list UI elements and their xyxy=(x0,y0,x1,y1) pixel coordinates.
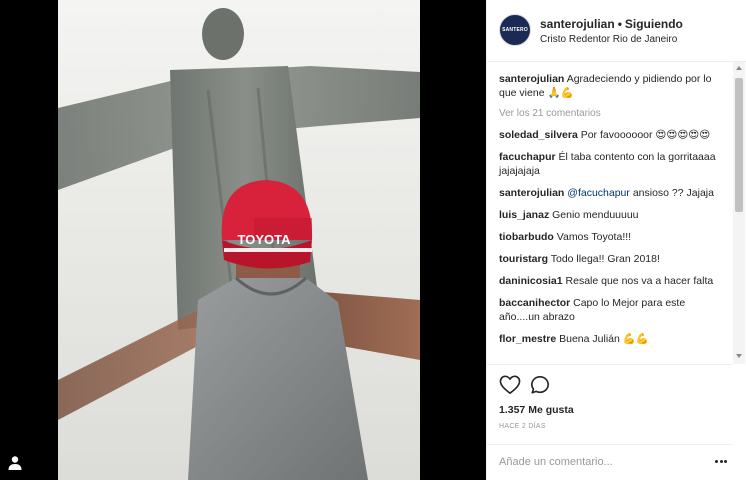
header-user-line: santerojulian • Siguiendo xyxy=(540,17,683,31)
comment-text: Vamos Toyota!!! xyxy=(556,231,632,243)
heart-icon[interactable] xyxy=(499,375,521,395)
location-link[interactable]: Cristo Redentor Rio de Janeiro xyxy=(540,34,677,45)
follow-status-button[interactable]: Siguiendo xyxy=(625,17,683,31)
photo-panel: TOYOTA xyxy=(0,0,486,480)
more-dot xyxy=(719,460,723,463)
comment-item: tiobarbudo Vamos Toyota!!! xyxy=(499,230,725,244)
comment-item: facuchapur Él taba contento con la gorri… xyxy=(499,150,725,178)
view-all-comments-link[interactable]: Ver los 21 comentarios xyxy=(499,108,725,119)
more-options-icon[interactable] xyxy=(715,460,729,464)
comment-mention-link[interactable]: @facuchapur xyxy=(567,187,630,199)
avatar-label: SANTERO xyxy=(502,27,528,33)
post-date: HACE 2 DÍAS xyxy=(499,423,546,430)
comment-item: flor_mestre Buena Julián 💪💪 xyxy=(499,332,725,346)
speech-bubble-icon[interactable] xyxy=(530,375,550,395)
comment-text: Genio menduuuuu xyxy=(552,209,639,221)
scroll-up-arrow-icon[interactable] xyxy=(736,66,742,70)
comment-text: Todo llega!! Gran 2018! xyxy=(550,253,660,265)
comment-username[interactable]: touristarg xyxy=(499,253,548,265)
comment-item: soledad_silvera Por favoooooor 😍😍😍😍😍 xyxy=(499,128,725,142)
comments-list[interactable]: santerojulian Agradeciendo y pidiendo po… xyxy=(487,62,737,364)
add-comment-bar xyxy=(487,444,733,480)
avatar[interactable]: SANTERO xyxy=(499,14,531,46)
more-dot xyxy=(724,460,727,463)
user-tag-icon[interactable] xyxy=(6,454,24,472)
comment-item: baccanihector Capo lo Mejor para este añ… xyxy=(499,296,725,324)
comment-item: touristarg Todo llega!! Gran 2018! xyxy=(499,252,725,266)
cap-logo-text: TOYOTA xyxy=(238,232,292,247)
separator-dot: • xyxy=(617,17,622,31)
comment-text: Por favoooooor 😍😍😍😍😍 xyxy=(580,129,711,141)
comment-username[interactable]: flor_mestre xyxy=(499,333,556,345)
caption-username[interactable]: santerojulian xyxy=(499,73,564,85)
post-photo[interactable]: TOYOTA xyxy=(58,0,420,480)
comment-item: luis_janaz Genio menduuuuu xyxy=(499,208,725,222)
post-sidebar: SANTERO santerojulian • Siguiendo Cristo R… xyxy=(486,0,746,480)
comment-text: Resale que nos va a hacer falta xyxy=(565,275,714,287)
scroll-down-arrow-icon[interactable] xyxy=(736,354,742,358)
comment-username[interactable]: tiobarbudo xyxy=(499,231,554,243)
caption: santerojulian Agradeciendo y pidiendo po… xyxy=(499,72,725,100)
author-username[interactable]: santerojulian xyxy=(540,17,615,31)
comment-username[interactable]: daninicosia1 xyxy=(499,275,563,287)
post-actions: 1.357 Me gusta HACE 2 DÍAS xyxy=(487,364,733,444)
comment-username[interactable]: facuchapur xyxy=(499,151,556,163)
scrollbar-thumb[interactable] xyxy=(735,78,743,212)
post-header: SANTERO santerojulian • Siguiendo Cristo R… xyxy=(487,0,746,62)
comment-username[interactable]: baccanihector xyxy=(499,297,570,309)
comment-text: ansioso ?? Jajaja xyxy=(629,187,714,199)
comments-scrollbar[interactable] xyxy=(733,62,745,364)
comment-text: Buena Julián 💪💪 xyxy=(559,333,649,345)
likes-count[interactable]: 1.357 Me gusta xyxy=(499,404,574,416)
more-dot xyxy=(715,460,718,463)
comment-username[interactable]: santerojulian xyxy=(499,187,564,199)
comment-username[interactable]: soledad_silvera xyxy=(499,129,578,141)
comment-input[interactable] xyxy=(499,453,699,471)
comment-item: daninicosia1 Resale que nos va a hacer f… xyxy=(499,274,725,288)
comment-username[interactable]: luis_janaz xyxy=(499,209,549,221)
statue-photo-illustration: TOYOTA xyxy=(58,0,420,480)
comment-item: santerojulian @facuchapur ansioso ?? Jaj… xyxy=(499,186,725,200)
